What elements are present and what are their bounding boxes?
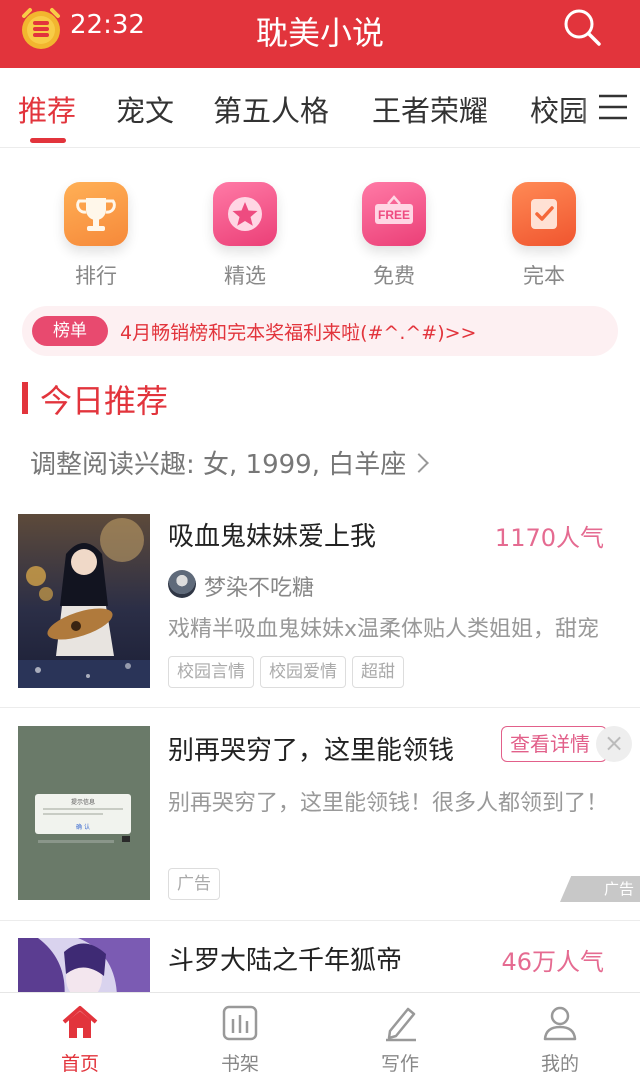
tag[interactable]: 校园言情 xyxy=(168,656,254,688)
nav-home[interactable]: 首页 xyxy=(0,993,160,1076)
book-description: 戏精半吸血鬼妹妹x温柔体贴人类姐姐，甜宠 xyxy=(168,617,600,642)
nav-bookshelf-label: 书架 xyxy=(220,1053,259,1075)
check-icon xyxy=(512,182,576,246)
divider xyxy=(0,920,640,921)
nav-profile-label: 我的 xyxy=(540,1053,579,1075)
tag[interactable]: 校园爱情 xyxy=(260,656,346,688)
pencil-icon xyxy=(386,1007,416,1042)
ad-dialog-line xyxy=(43,808,123,810)
tag[interactable]: 超甜 xyxy=(352,656,404,688)
chevron-right-icon xyxy=(409,453,430,473)
close-icon[interactable]: × xyxy=(596,726,632,762)
ranking-notice[interactable]: 榜单 4月畅销榜和完本奖福利来啦(#^.^#)>> xyxy=(22,306,618,356)
tab-pet-romance[interactable]: 宠文 xyxy=(116,88,174,130)
star-icon xyxy=(213,182,277,246)
app-header: 22:32 耽美小说 xyxy=(0,0,640,68)
trophy-icon xyxy=(64,182,128,246)
ad-label-text: 广告 xyxy=(603,880,634,898)
book-cover[interactable] xyxy=(18,938,150,992)
search-icon[interactable] xyxy=(561,6,603,48)
nav-profile[interactable]: 我的 xyxy=(480,993,640,1076)
feature-selection-label: 精选 xyxy=(224,264,266,288)
reading-interest-link[interactable]: 调整阅读兴趣: 女, 1999, 白羊座 xyxy=(30,444,430,481)
ad-description: 别再哭穷了，这里能领钱！很多人都领到了！ xyxy=(168,791,609,816)
bookshelf-icon xyxy=(222,1005,258,1041)
view-details-button[interactable]: 查看详情 xyxy=(501,726,607,762)
feature-ranking-label: 排行 xyxy=(75,264,117,288)
feature-ranking[interactable]: 排行 xyxy=(36,182,156,290)
ad-cover[interactable]: 提示信息 确 认 xyxy=(18,726,150,900)
tab-recommend[interactable]: 推荐 xyxy=(18,88,76,130)
ad-dialog-button: 确 认 xyxy=(76,824,90,831)
category-tabs: 推荐 宠文 第五人格 王者荣耀 校园 xyxy=(0,68,640,148)
home-icon xyxy=(62,1006,98,1038)
feature-completed[interactable]: 完本 xyxy=(484,182,604,290)
book-popularity: 1170人气 xyxy=(494,524,604,552)
menu-icon[interactable] xyxy=(597,93,629,121)
notice-badge: 榜单 xyxy=(32,316,108,346)
feature-free-label: 免费 xyxy=(373,264,415,288)
ad-tag: 广告 xyxy=(168,868,220,900)
section-marker xyxy=(22,382,28,414)
ad-cover-mark xyxy=(122,836,130,842)
book-item[interactable]: 斗罗大陆之千年狐帝 46万人气 xyxy=(0,934,640,992)
author-name: 梦染不吃糖 xyxy=(204,576,315,601)
feature-selection[interactable]: 精选 xyxy=(185,182,305,290)
nav-home-label: 首页 xyxy=(60,1053,99,1075)
author-avatar xyxy=(168,570,196,598)
ad-title[interactable]: 别再哭穷了，这里能领钱 xyxy=(168,730,480,767)
book-item[interactable]: 吸血鬼妹妹爱上我 1170人气 梦染不吃糖 戏精半吸血鬼妹妹x温柔体贴人类姐姐，… xyxy=(0,512,640,706)
reading-interest-text: 调整阅读兴趣: 女, 1999, 白羊座 xyxy=(30,450,407,480)
tab-identity-v[interactable]: 第五人格 xyxy=(213,88,329,130)
bottom-navigation: 首页 书架 写作 我的 xyxy=(0,992,640,1076)
notice-text[interactable]: 4月畅销榜和完本奖福利来啦(#^.^#)>> xyxy=(120,318,476,345)
nav-writing-label: 写作 xyxy=(380,1053,419,1075)
tab-honor-of-kings[interactable]: 王者荣耀 xyxy=(372,88,488,130)
user-icon xyxy=(543,1006,577,1041)
divider xyxy=(0,707,640,708)
book-title[interactable]: 吸血鬼妹妹爱上我 xyxy=(168,516,376,553)
free-icon: FREE xyxy=(362,182,426,246)
nav-writing[interactable]: 写作 xyxy=(320,993,480,1076)
ad-cover-line xyxy=(38,840,114,843)
feature-completed-label: 完本 xyxy=(523,264,565,288)
book-cover[interactable] xyxy=(18,514,150,688)
book-popularity: 46万人气 xyxy=(501,948,604,976)
tag-list: 广告 xyxy=(168,868,226,900)
ad-cover-dialog: 提示信息 确 认 xyxy=(35,794,131,834)
tag-list: 校园言情 校园爱情 超甜 xyxy=(168,656,410,688)
ad-label: 广告 xyxy=(560,876,640,902)
section-title: 今日推荐 xyxy=(40,382,169,420)
active-tab-indicator xyxy=(30,138,66,143)
nav-bookshelf[interactable]: 书架 xyxy=(160,993,320,1076)
free-icon-text: FREE xyxy=(378,208,410,222)
feature-free[interactable]: FREE 免费 xyxy=(334,182,454,290)
book-title[interactable]: 斗罗大陆之千年狐帝 xyxy=(168,940,402,977)
ad-dialog-title: 提示信息 xyxy=(70,799,95,806)
ad-dialog-line xyxy=(43,813,103,815)
page-title: 耽美小说 xyxy=(255,14,384,52)
